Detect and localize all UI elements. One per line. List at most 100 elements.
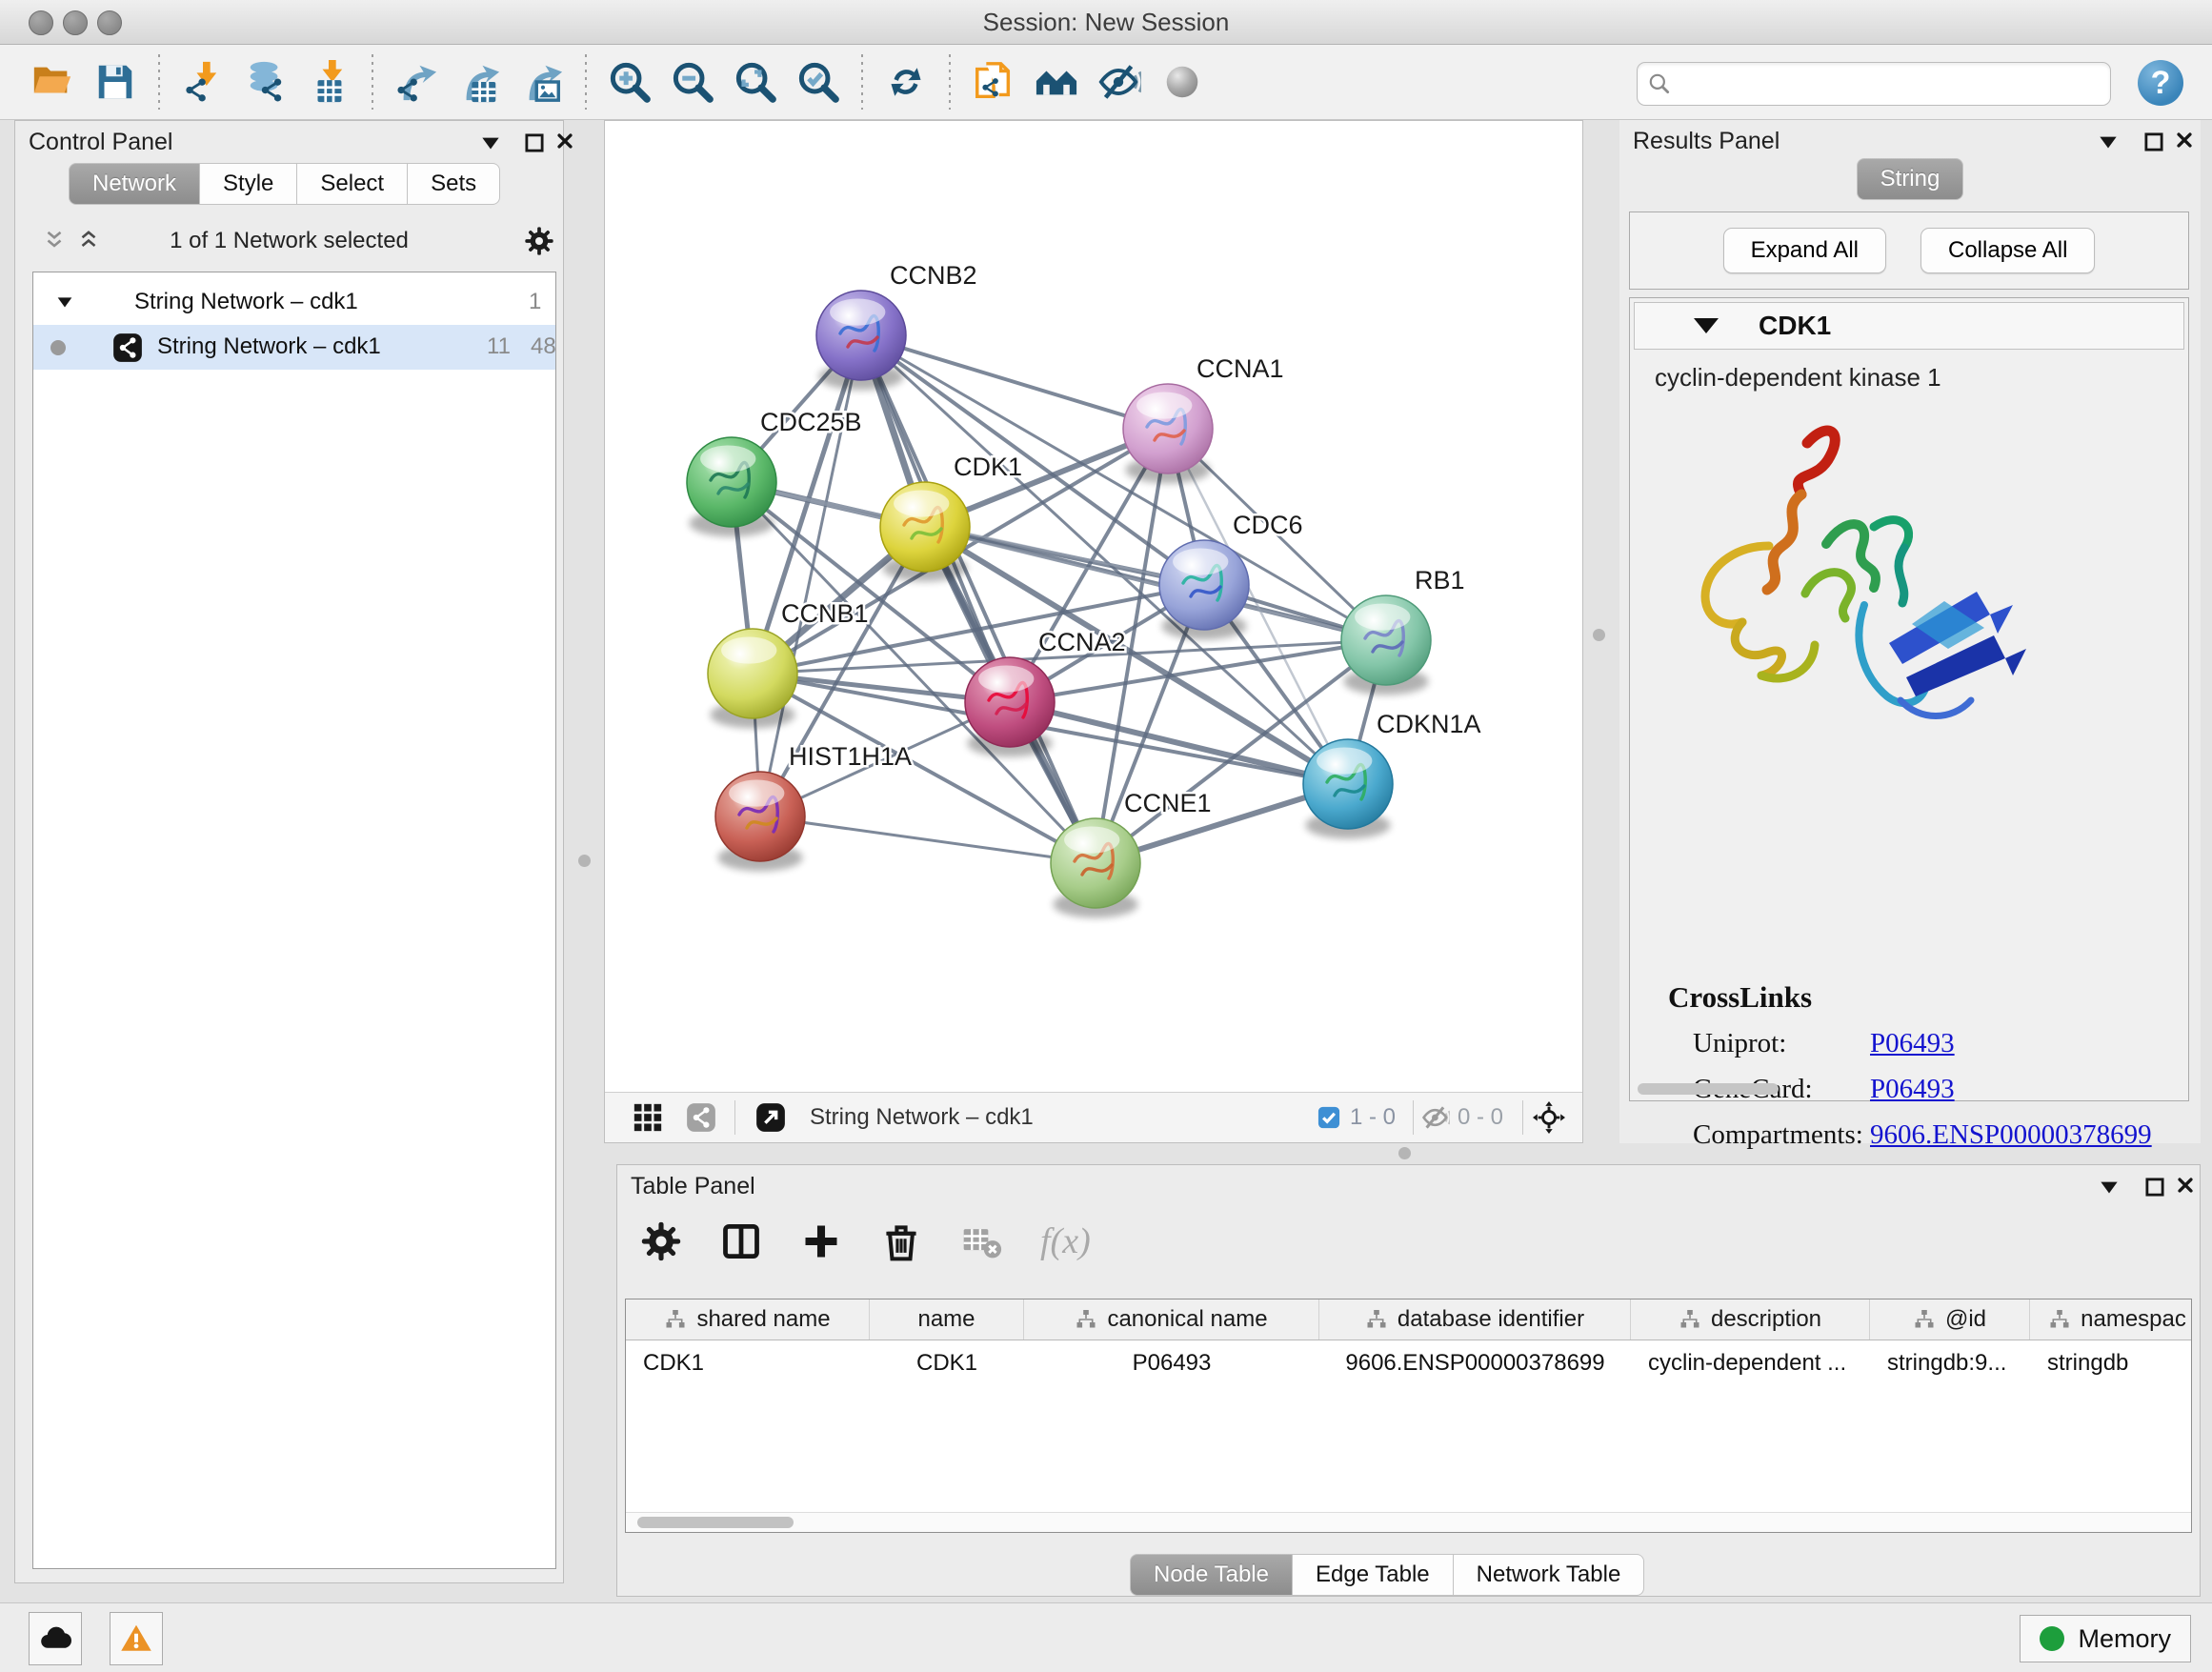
node-CDC6[interactable]: CDC6 [1159, 511, 1303, 639]
splitter-handle[interactable] [1593, 629, 1605, 641]
control-panel: Control Panel NetworkStyleSelectSets 1 o… [14, 120, 564, 1583]
float-panel-icon[interactable] [2097, 1175, 2122, 1199]
edge-CCNE1-HIST1H1A[interactable] [760, 816, 1096, 863]
expand-all-button[interactable]: Expand All [1723, 228, 1886, 273]
maximize-panel-icon[interactable] [2142, 1175, 2167, 1199]
zoom-selected-button[interactable] [791, 54, 846, 110]
tab-edge-table[interactable]: Edge Table [1293, 1554, 1454, 1596]
table-tabs: Node TableEdge TableNetwork Table [1130, 1554, 1644, 1596]
table-hscrollbar[interactable] [626, 1512, 2191, 1532]
network-selection-row: 1 of 1 Network selected [15, 220, 563, 264]
column-header--id[interactable]: @id [1870, 1299, 2030, 1340]
collection-expander-icon[interactable] [54, 292, 75, 312]
maximize-panel-icon[interactable] [522, 131, 547, 155]
export-table-button[interactable] [452, 54, 507, 110]
column-header-name[interactable]: name [870, 1299, 1024, 1340]
zoom-selected-icon [796, 60, 840, 104]
zoom-fit-button[interactable] [728, 54, 783, 110]
node-label-CDKN1A: CDKN1A [1377, 710, 1481, 738]
tab-string[interactable]: String [1857, 158, 1964, 200]
splitter-handle[interactable] [1398, 1147, 1411, 1159]
splitter-handle[interactable] [578, 855, 591, 867]
node-CCNB2[interactable]: CCNB2 [816, 261, 977, 390]
results-hscroll-thumb[interactable] [1638, 1083, 1779, 1095]
cloud-button[interactable] [29, 1612, 82, 1665]
node-label-CCNA2: CCNA2 [1038, 628, 1126, 656]
cell-database-identifier: 9606.ENSP00000378699 [1319, 1350, 1631, 1377]
column-header-description[interactable]: description [1631, 1299, 1870, 1340]
node-CCNA1[interactable]: CCNA1 [1123, 354, 1284, 483]
control-panel-tabs: NetworkStyleSelectSets [69, 163, 500, 205]
close-panel-icon[interactable] [2175, 1175, 2196, 1199]
float-panel-icon[interactable] [478, 131, 503, 155]
birdseye-grid-icon[interactable] [632, 1101, 664, 1134]
memory-button[interactable]: Memory [2020, 1615, 2191, 1662]
selected-checkbox-icon[interactable] [1316, 1104, 1342, 1131]
network-row-selected[interactable]: String Network – cdk1 11 48 [33, 325, 555, 370]
node-CDK1[interactable]: CDK1 [880, 453, 1022, 581]
warnings-button[interactable] [110, 1612, 163, 1665]
refresh-layout-button[interactable] [878, 54, 934, 110]
save-session-button[interactable] [88, 54, 143, 110]
crosslink-link[interactable]: 9606.ENSP00000378699 [1870, 1119, 2152, 1151]
tab-sets[interactable]: Sets [408, 163, 500, 205]
add-column-plus-icon[interactable] [800, 1220, 842, 1262]
results-panel: Results Panel String Expand All Collapse… [1619, 120, 2201, 1143]
presentation-button[interactable] [1155, 54, 1210, 110]
tab-node-table[interactable]: Node Table [1130, 1554, 1293, 1596]
crosslink-link[interactable]: P06493 [1870, 1028, 1955, 1059]
column-header-namespac[interactable]: namespac [2030, 1299, 2192, 1340]
export-network-button[interactable] [389, 54, 444, 110]
float-panel-icon[interactable] [2096, 130, 2121, 154]
close-panel-icon[interactable] [554, 131, 575, 155]
tab-style[interactable]: Style [200, 163, 297, 205]
zoom-out-button[interactable] [665, 54, 720, 110]
show-hide-button[interactable] [1092, 54, 1147, 110]
node-label-HIST1H1A: HIST1H1A [789, 742, 912, 771]
column-header-database-identifier[interactable]: database identifier [1319, 1299, 1631, 1340]
import-database-button[interactable] [238, 54, 293, 110]
export-image-button[interactable] [514, 54, 570, 110]
import-table-button[interactable] [301, 54, 356, 110]
edge-CCNB2-CCNE1[interactable] [861, 335, 1096, 863]
string-toggle-icon[interactable] [685, 1101, 717, 1134]
maximize-panel-icon[interactable] [2142, 130, 2166, 154]
network-canvas[interactable]: CCNB2CCNA1CDC25BCDK1CDC6RB1CCNB1CCNA2CDK… [605, 121, 1582, 1093]
control-panel-title: Control Panel [29, 129, 172, 156]
tab-select[interactable]: Select [297, 163, 408, 205]
collapse-section-icon[interactable] [1694, 318, 1719, 333]
string-home-button[interactable] [1029, 54, 1084, 110]
help-button[interactable]: ? [2138, 60, 2183, 106]
cell--id: stringdb:9... [1870, 1350, 2030, 1377]
node-CDKN1A[interactable]: CDKN1A [1303, 710, 1481, 838]
search-input[interactable] [1679, 65, 2102, 101]
node-HIST1H1A[interactable]: HIST1H1A [715, 742, 912, 871]
collapse-all-button[interactable]: Collapse All [1920, 228, 2095, 273]
open-in-new-icon[interactable] [754, 1101, 787, 1134]
network-collection-row[interactable]: String Network – cdk1 1 [33, 280, 555, 325]
network-options-gear-icon[interactable] [524, 226, 554, 251]
edge-CCNB2-CCNA1[interactable] [861, 335, 1168, 429]
table-settings-gear-icon[interactable] [640, 1220, 682, 1262]
fit-selected-crosshair-icon[interactable] [1533, 1101, 1565, 1134]
column-header-shared-name[interactable]: shared name [626, 1299, 870, 1340]
protein-structure-image [1662, 403, 2043, 784]
node-label-CCNB2: CCNB2 [890, 261, 977, 290]
selected-counts: 1 - 0 [1350, 1104, 1396, 1131]
open-session-button[interactable] [25, 54, 80, 110]
node-CCNE1[interactable]: CCNE1 [1051, 789, 1212, 917]
table-row[interactable]: CDK1CDK1P064939606.ENSP00000378699cyclin… [626, 1340, 2191, 1386]
close-panel-icon[interactable] [2174, 130, 2195, 154]
node-CCNB1[interactable]: CCNB1 [708, 599, 869, 728]
zoom-in-button[interactable] [602, 54, 657, 110]
show-columns-icon[interactable] [720, 1220, 762, 1262]
import-network-button[interactable] [175, 54, 231, 110]
node-RB1[interactable]: RB1 [1341, 566, 1465, 695]
protein-section-header[interactable]: CDK1 [1634, 302, 2184, 350]
crosslink-link[interactable]: P06493 [1870, 1074, 1955, 1105]
tab-network[interactable]: Network [69, 163, 200, 205]
clone-network-button[interactable] [966, 54, 1021, 110]
tab-network-table[interactable]: Network Table [1454, 1554, 1645, 1596]
delete-column-trash-icon[interactable] [880, 1220, 922, 1262]
column-header-canonical-name[interactable]: canonical name [1024, 1299, 1319, 1340]
